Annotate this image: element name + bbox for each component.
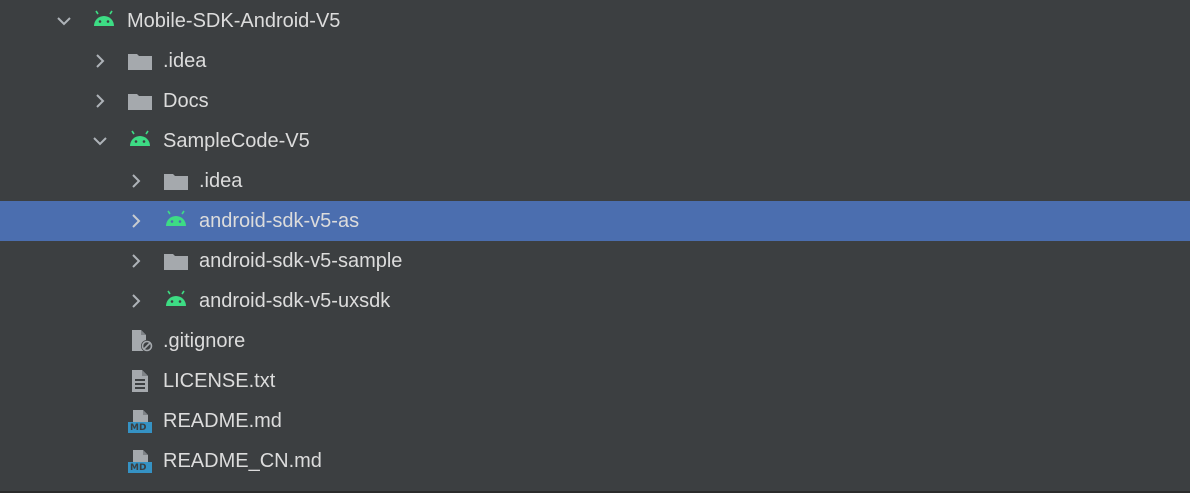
tree-item-readme-md[interactable]: MD README.md [0,401,1190,441]
folder-icon [163,169,189,193]
folder-icon [127,89,153,113]
tree-item-label: LICENSE.txt [163,370,276,392]
md-badge: MD [130,423,147,433]
tree-item-readme-cn-md[interactable]: MD README_CN.md [0,441,1190,481]
chevron-right-icon[interactable] [128,213,144,229]
tree-item-idea-root[interactable]: .idea [0,41,1190,81]
tree-item-label: README_CN.md [163,450,322,472]
tree-item-label: Docs [163,90,209,112]
tree-item-license-txt[interactable]: LICENSE.txt [0,361,1190,401]
folder-icon [163,249,189,273]
chevron-right-icon[interactable] [128,253,144,269]
folder-icon [127,49,153,73]
ignore-file-icon [129,329,155,353]
tree-item-docs[interactable]: Docs [0,81,1190,121]
chevron-right-icon[interactable] [128,173,144,189]
chevron-down-icon[interactable] [56,13,72,29]
project-tree: Mobile-SDK-Android-V5 .idea Docs SampleC… [0,0,1190,493]
tree-item-label: README.md [163,410,282,432]
tree-item-label: android-sdk-v5-as [199,210,360,232]
tree-item-label: .idea [199,170,243,192]
chevron-right-icon[interactable] [92,93,108,109]
tree-item-samplecode-v5[interactable]: SampleCode-V5 [0,121,1190,161]
tree-item-label: .idea [163,50,207,72]
chevron-down-icon[interactable] [92,133,108,149]
tree-item-label: SampleCode-V5 [163,130,310,152]
android-module-icon [163,209,189,233]
tree-item-label: Mobile-SDK-Android-V5 [127,10,341,32]
tree-item-label: android-sdk-v5-uxsdk [199,290,391,312]
tree-item-label: .gitignore [163,330,246,352]
tree-item-android-sdk-v5-sample[interactable]: android-sdk-v5-sample [0,241,1190,281]
chevron-right-icon[interactable] [92,53,108,69]
tree-item-label: android-sdk-v5-sample [199,250,403,272]
android-module-icon [91,9,117,33]
android-module-icon [127,129,153,153]
android-module-icon [163,289,189,313]
tree-item-android-sdk-v5-as[interactable]: android-sdk-v5-as [0,201,1190,241]
tree-item-mobile-sdk-android-v5[interactable]: Mobile-SDK-Android-V5 [0,1,1190,41]
chevron-right-icon[interactable] [128,293,144,309]
tree-item-gitignore[interactable]: .gitignore [0,321,1190,361]
tree-item-idea-samplecode[interactable]: .idea [0,161,1190,201]
text-file-icon [129,369,155,393]
md-badge: MD [130,463,147,473]
tree-item-android-sdk-v5-uxsdk[interactable]: android-sdk-v5-uxsdk [0,281,1190,321]
